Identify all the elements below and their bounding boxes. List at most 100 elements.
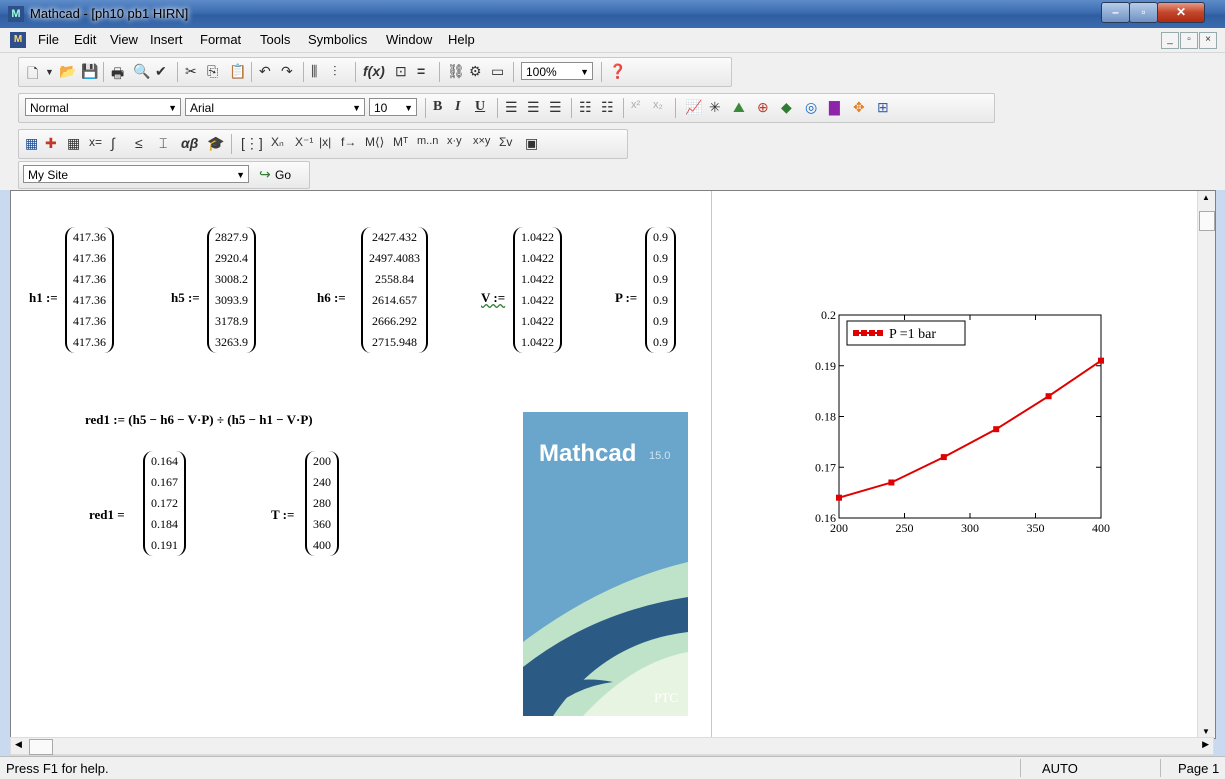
insert-function-icon[interactable]: f(x) [363, 63, 385, 79]
insert-matrix-icon[interactable]: [⋮] [241, 135, 263, 152]
determinant-icon[interactable]: |x| [319, 135, 331, 149]
spell-check-icon[interactable]: ✔ [155, 63, 167, 80]
insert-hyperlink-icon[interactable]: ⛓ [447, 63, 465, 80]
vertical-scroll-thumb[interactable] [1199, 211, 1215, 231]
red1-result-matrix[interactable]: 0.164 0.167 0.172 0.184 0.191 [143, 451, 186, 556]
cut-icon[interactable]: ✂ [185, 63, 197, 80]
mdi-close-button[interactable]: × [1199, 32, 1217, 49]
cross-product-icon[interactable]: x×y [473, 135, 490, 147]
menu-file[interactable]: File [38, 32, 59, 47]
dot-product-icon[interactable]: x·y [447, 135, 462, 147]
zoom-select[interactable]: 100% ▼ [521, 62, 593, 80]
column-icon[interactable]: M⟨⟩ [365, 135, 384, 149]
p-matrix[interactable]: 0.9 0.9 0.9 0.9 0.9 0.9 [645, 227, 676, 353]
style-select[interactable]: Normal ▼ [25, 98, 181, 116]
mdi-restore-button[interactable]: ▫ [1180, 32, 1198, 49]
graph-toolbar-icon[interactable]: ✚ [45, 135, 57, 152]
worksheet[interactable]: h1 := 417.36 417.36 417.36 417.36 417.36… [10, 190, 1216, 739]
horizontal-scrollbar[interactable]: ◀ ▶ [10, 737, 1214, 755]
graph-polar-icon[interactable]: ✳ [709, 99, 721, 116]
scroll-right-icon[interactable]: ▶ [1202, 739, 1209, 750]
align-center-icon[interactable]: ☰ [527, 99, 540, 116]
scroll-left-icon[interactable]: ◀ [15, 739, 22, 750]
h1-matrix[interactable]: 417.36 417.36 417.36 417.36 417.36 417.3… [65, 227, 114, 353]
align-down-icon[interactable]: ⫶ [333, 63, 337, 80]
subscript-icon[interactable]: x₂ [653, 99, 663, 111]
graph-xy-icon[interactable]: 📈 [685, 99, 702, 116]
v-matrix[interactable]: 1.0422 1.0422 1.0422 1.0422 1.0422 1.042… [513, 227, 562, 353]
menu-window[interactable]: Window [386, 32, 432, 47]
font-select[interactable]: Arial ▼ [185, 98, 365, 116]
programming-toolbar-icon[interactable]: ⌶ [159, 135, 167, 152]
help-icon[interactable]: ❓ [609, 63, 626, 80]
menu-view[interactable]: View [110, 32, 138, 47]
close-button[interactable]: ✕ [1157, 2, 1205, 23]
vector-sum-icon[interactable]: Σv [499, 135, 512, 149]
vertical-scrollbar[interactable]: ▲ ▼ [1197, 191, 1215, 738]
go-button-label[interactable]: Go [275, 168, 291, 182]
component-wizard-icon[interactable]: ⚙ [469, 63, 482, 80]
menu-help[interactable]: Help [448, 32, 475, 47]
underline-icon[interactable]: U [475, 99, 485, 115]
maximize-button[interactable]: ▫ [1129, 2, 1158, 23]
menu-insert[interactable]: Insert [150, 32, 183, 47]
menu-format[interactable]: Format [200, 32, 241, 47]
scroll-up-icon[interactable]: ▲ [1202, 193, 1210, 202]
h5-matrix[interactable]: 2827.9 2920.4 3008.2 3093.9 3178.9 3263.… [207, 227, 256, 353]
mdi-minimize-button[interactable]: _ [1161, 32, 1179, 49]
red1-formula[interactable]: red1 := (h5 − h6 − V·P) ÷ (h5 − h1 − V·P… [85, 412, 313, 428]
minimize-button[interactable]: – [1101, 2, 1130, 23]
superscript-icon[interactable]: x² [631, 99, 640, 111]
calculate-icon[interactable]: = [417, 63, 425, 79]
menu-tools[interactable]: Tools [260, 32, 290, 47]
print-icon[interactable]: 🖶 [111, 63, 124, 87]
vectorize-icon[interactable]: f→ [341, 135, 356, 149]
undo-icon[interactable]: ↶ [259, 63, 271, 80]
print-preview-icon[interactable]: 🔍 [133, 63, 150, 80]
t-matrix[interactable]: 200 240 280 360 400 [305, 451, 339, 556]
calculus-toolbar-icon[interactable]: ∫ [111, 135, 115, 151]
horizontal-scroll-thumb[interactable] [29, 739, 53, 755]
save-icon[interactable]: 💾 [81, 63, 98, 80]
document-icon[interactable]: M [10, 32, 26, 48]
scroll-down-icon[interactable]: ▼ [1202, 727, 1210, 736]
graph-3d-bar-icon[interactable]: ◆ [781, 99, 792, 116]
open-folder-icon[interactable]: 📂 [59, 63, 76, 80]
new-document-icon[interactable]: 🗋 [27, 63, 38, 87]
graph-bar-icon[interactable]: ▇ [829, 99, 840, 116]
italic-icon[interactable]: I [455, 99, 460, 115]
picture-icon[interactable]: ▣ [525, 135, 538, 152]
site-select[interactable]: My Site ▼ [23, 165, 249, 183]
align-across-icon[interactable]: ⫼ [311, 63, 317, 80]
align-left-icon[interactable]: ☰ [505, 99, 518, 116]
boolean-toolbar-icon[interactable]: ≤ [135, 135, 143, 151]
transpose-icon[interactable]: Mᵀ [393, 135, 408, 149]
copy-icon[interactable]: ⎘ [207, 63, 218, 80]
symbolic-toolbar-icon[interactable]: 🎓 [207, 135, 224, 152]
graph-surface-icon[interactable]: ⛰ [733, 99, 745, 116]
inverse-icon[interactable]: X⁻¹ [295, 135, 313, 149]
h6-matrix[interactable]: 2427.432 2497.4083 2558.84 2614.657 2666… [361, 227, 428, 353]
redo-icon[interactable]: ↷ [281, 63, 293, 80]
numbering-icon[interactable]: ☷ [601, 99, 614, 116]
paste-icon[interactable]: 📋 [229, 63, 246, 80]
align-right-icon[interactable]: ☰ [549, 99, 562, 116]
greek-toolbar-icon[interactable]: αβ [181, 135, 198, 151]
mathcad-splash-image[interactable]: Mathcad 15.0 PTC [523, 412, 688, 716]
graph-vector-icon[interactable]: ✥ [853, 99, 865, 116]
graph-contour-icon[interactable]: ⊕ [757, 99, 769, 116]
menu-edit[interactable]: Edit [74, 32, 96, 47]
calculator-icon[interactable]: ▦ [25, 135, 38, 152]
evaluation-toolbar-icon[interactable]: x= [89, 135, 102, 149]
new-dropdown-icon[interactable]: ▼ [45, 67, 54, 77]
matrix-toolbar-icon[interactable]: ▦ [67, 135, 80, 152]
bullets-icon[interactable]: ☷ [579, 99, 592, 116]
go-arrow-icon[interactable]: ↪ [259, 166, 271, 183]
graph-scatter-icon[interactable]: ◎ [805, 99, 817, 116]
subscript-op-icon[interactable]: Xₙ [271, 135, 284, 149]
bold-icon[interactable]: B [433, 99, 442, 115]
insert-unit-icon[interactable]: ⊡ [395, 63, 407, 80]
insert-region-icon[interactable]: ▭ [491, 63, 504, 80]
graph-patch-icon[interactable]: ⊞ [877, 99, 889, 116]
red1-line-chart[interactable]: 0.160.170.180.190.2200250300350400red1P … [811, 301, 1131, 541]
